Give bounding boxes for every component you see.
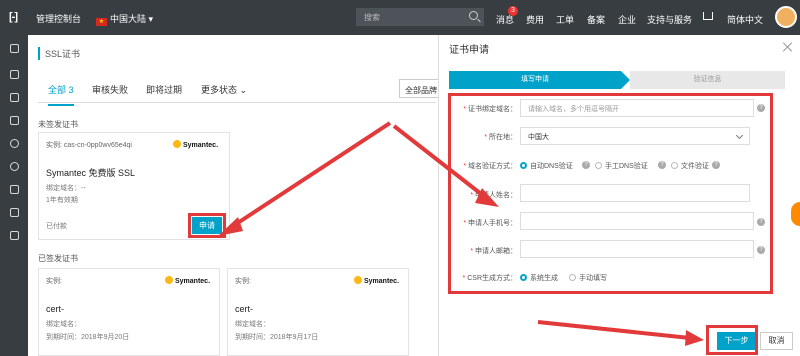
certificate-application-panel: 证书申请 填写申请 验证信息 * 证书绑定域名： 请输入域名，多个用逗号隔开 ?… <box>438 35 800 356</box>
storage-icon[interactable] <box>10 231 19 240</box>
region-selector[interactable]: ★ 中国大陆 ▾ <box>96 12 153 26</box>
language-selector[interactable]: 简体中文 <box>727 13 763 26</box>
unissued-certificate-card: 实例: cas-cn-0pp0wv65e4qi Symantec. Symant… <box>38 132 230 240</box>
panel-title: 证书申请 <box>449 45 489 56</box>
bound-domain: 绑定域名：-- <box>46 185 86 192</box>
instance-label: 实例: <box>46 278 62 285</box>
list-icon[interactable] <box>10 70 19 79</box>
issued-section-title: 已签发证书 <box>38 254 78 263</box>
china-flag-icon: ★ <box>96 18 107 26</box>
ssl-main-panel: SSL证书 全部 3 审核失败 即将过期 更多状态 ⌄ 全部品牌 未签发证书 实… <box>28 35 441 356</box>
step-indicator: 填写申请 验证信息 <box>449 71 785 89</box>
globe-security-icon[interactable] <box>10 162 19 171</box>
unissued-section-title: 未签发证书 <box>38 120 78 129</box>
step-fill-application: 填写申请 <box>449 71 630 89</box>
tab-more-status[interactable]: 更多状态 ⌄ <box>201 83 247 96</box>
symantec-logo: Symantec. <box>173 140 218 149</box>
cancel-button[interactable]: 取消 <box>760 332 793 350</box>
step-verify-information: 验证信息 <box>630 71 785 89</box>
search-input[interactable]: 搜索 <box>356 8 484 26</box>
page-title: SSL证书 <box>38 47 80 60</box>
next-highlight-box <box>706 325 758 355</box>
status-tabs: 全部 3 审核失败 即将过期 更多状态 ⌄ <box>38 83 436 106</box>
apply-highlight-box <box>188 213 226 238</box>
expiry-date: 到期时间：2018年9月17日 <box>235 334 319 341</box>
symantec-logo: Symantec. <box>165 276 210 285</box>
network-icon[interactable] <box>10 116 19 125</box>
console-link[interactable]: 管理控制台 <box>36 12 81 25</box>
validity-period: 1年有效期 <box>46 197 78 204</box>
top-bar: [-] 管理控制台 ★ 中国大陆 ▾ 搜索 消息 3 费用 工单 备案 企业 支持… <box>0 0 800 35</box>
certificate-name: Symantec 免费版 SSL <box>46 168 136 178</box>
region-label: 中国大陆 <box>110 14 147 24</box>
all-brands-filter[interactable]: 全部品牌 <box>399 79 441 98</box>
shield-icon[interactable] <box>10 93 19 102</box>
issued-certificate-card: 实例: Symantec. cert- 绑定域名： 到期时间：2018年9月20… <box>38 268 220 356</box>
bound-domain: 绑定域名： <box>46 321 81 328</box>
grid-icon[interactable] <box>10 44 19 53</box>
certificate-icon[interactable] <box>10 208 19 217</box>
protection-icon[interactable] <box>10 185 19 194</box>
tab-review-failed[interactable]: 审核失败 <box>92 83 128 96</box>
search-placeholder: 搜索 <box>364 13 380 22</box>
tab-all[interactable]: 全部 3 <box>48 83 74 106</box>
instance-label: 实例: <box>235 278 251 285</box>
message-count-badge: 3 <box>508 6 518 16</box>
globe-icon[interactable] <box>10 139 19 148</box>
tab-expiring[interactable]: 即将过期 <box>146 83 182 96</box>
assistant-bubble[interactable] <box>791 202 800 226</box>
nav-enterprise[interactable]: 企业 <box>618 13 636 26</box>
certificate-name: cert- <box>46 304 64 314</box>
aliyun-logo[interactable]: [-] <box>9 11 18 23</box>
form-highlight-box <box>448 93 773 294</box>
issued-certificate-card: 实例: Symantec. cert- 绑定域名： 到期时间：2018年9月17… <box>227 268 409 356</box>
nav-billing[interactable]: 费用 <box>526 13 544 26</box>
close-icon[interactable] <box>782 41 794 53</box>
expiry-date: 到期时间：2018年9月20日 <box>46 334 130 341</box>
avatar[interactable] <box>775 6 797 28</box>
instance-label: 实例: cas-cn-0pp0wv65e4qi <box>46 142 132 149</box>
search-icon[interactable] <box>469 11 478 20</box>
payment-status: 已付款 <box>46 223 67 230</box>
cart-icon[interactable] <box>703 12 713 20</box>
sidebar <box>0 35 28 356</box>
bound-domain: 绑定域名： <box>235 321 270 328</box>
nav-tickets[interactable]: 工单 <box>556 13 574 26</box>
nav-support[interactable]: 支持与服务 <box>647 13 692 26</box>
more-status-label: 更多状态 <box>201 85 238 95</box>
certificate-name: cert- <box>235 304 253 314</box>
nav-filing[interactable]: 备案 <box>587 13 605 26</box>
symantec-logo: Symantec. <box>354 276 399 285</box>
